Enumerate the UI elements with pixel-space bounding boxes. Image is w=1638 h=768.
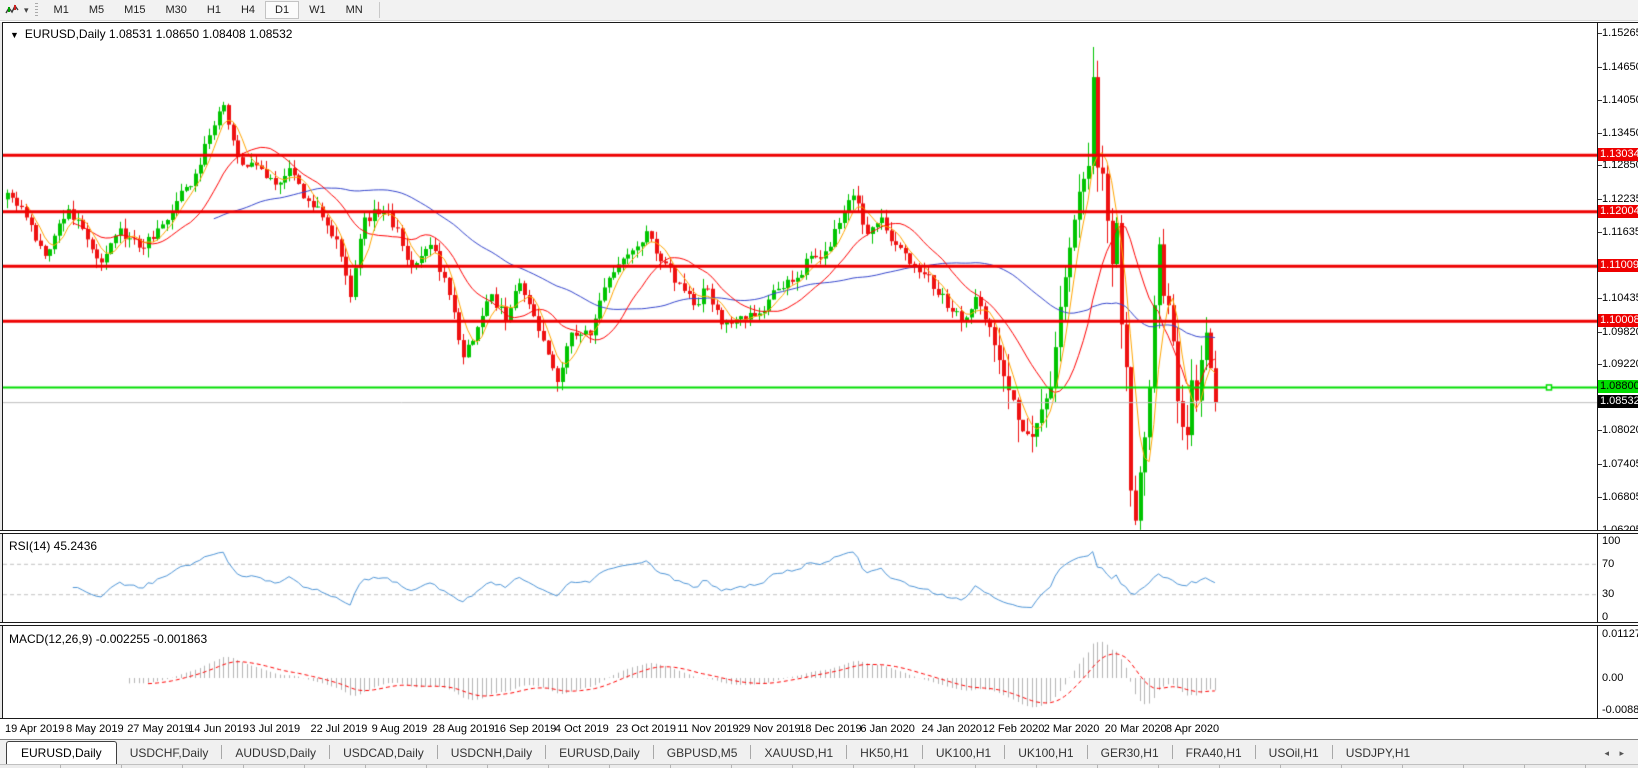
price-badge-horizontal-line-object: 1.08800 xyxy=(1598,380,1638,393)
date-tick-label: 11 Nov 2019 xyxy=(677,723,739,735)
chart-tab-usdjpy-h1[interactable]: USDJPY,H1 xyxy=(1333,743,1423,764)
price-tick-label: 1.07405 xyxy=(1602,458,1638,470)
chart-tab-usdcad-daily[interactable]: USDCAD,Daily xyxy=(330,743,437,764)
timeframe-button-h4[interactable]: H4 xyxy=(231,1,265,19)
macd-tick-label: 0.011277 xyxy=(1602,628,1638,640)
date-tick-label: 14 Jun 2019 xyxy=(188,723,249,735)
date-tick-label: 8 Apr 2020 xyxy=(1166,723,1219,735)
chart-tab-bar: EURUSD,DailyUSDCHF,DailyAUDUSD,DailyUSDC… xyxy=(0,739,1638,764)
chart-tab-ger30-h1[interactable]: GER30,H1 xyxy=(1088,743,1172,764)
chart-tab-audusd-daily[interactable]: AUDUSD,Daily xyxy=(222,743,329,764)
chart-tab-eurusd-daily[interactable]: EURUSD,Daily xyxy=(546,743,653,764)
chart-tab-uk100-h1[interactable]: UK100,H1 xyxy=(923,743,1004,764)
date-tick-label: 16 Sep 2019 xyxy=(494,723,556,735)
price-badge-resistance-line: 1.11009 xyxy=(1598,259,1638,272)
price-badge-support-line: 1.10008 xyxy=(1598,314,1638,327)
date-tick-label: 6 Jan 2020 xyxy=(860,723,914,735)
chart-tab-uk100-h1[interactable]: UK100,H1 xyxy=(1005,743,1086,764)
toolbar-separator xyxy=(379,2,380,18)
timeframe-button-m30[interactable]: M30 xyxy=(156,1,197,19)
price-tick-label: 1.14650 xyxy=(1602,61,1638,73)
date-tick-label: 3 Jul 2019 xyxy=(249,723,300,735)
price-tick-label: 1.11635 xyxy=(1602,226,1638,238)
chart-tab-usdcnh-daily[interactable]: USDCNH,Daily xyxy=(438,743,545,764)
chart-tab-gbpusd-m5[interactable]: GBPUSD,M5 xyxy=(654,743,751,764)
timeframe-button-d1[interactable]: D1 xyxy=(265,1,299,19)
rsi-tick-label: 30 xyxy=(1602,588,1614,600)
rsi-tick-label: 70 xyxy=(1602,558,1614,570)
timeframe-button-m15[interactable]: M15 xyxy=(114,1,155,19)
price-tick-label: 1.08020 xyxy=(1602,424,1638,436)
status-strip xyxy=(0,764,1638,768)
chart-title: ▼EURUSD,Daily 1.08531 1.08650 1.08408 1.… xyxy=(10,27,292,41)
chart-tab-hk50-h1[interactable]: HK50,H1 xyxy=(847,743,922,764)
date-tick-label: 9 Aug 2019 xyxy=(372,723,428,735)
chart-collapse-icon[interactable]: ▼ xyxy=(10,30,19,40)
price-tick-label: 1.12235 xyxy=(1602,193,1638,205)
tab-scroll-arrows[interactable]: ◂ ▸ xyxy=(1604,748,1638,764)
price-tick-label: 1.13450 xyxy=(1602,127,1638,139)
price-tick-label: 1.15265 xyxy=(1602,27,1638,39)
chart-tab-usdchf-daily[interactable]: USDCHF,Daily xyxy=(117,743,222,764)
timeframe-button-w1[interactable]: W1 xyxy=(299,1,336,19)
date-tick-label: 24 Jan 2020 xyxy=(922,723,983,735)
chart-canvas[interactable] xyxy=(3,23,1597,718)
date-tick-label: 22 Jul 2019 xyxy=(311,723,368,735)
date-tick-label: 20 Mar 2020 xyxy=(1105,723,1167,735)
price-badge-resistance-line: 1.12004 xyxy=(1598,205,1638,218)
timeframe-button-h1[interactable]: H1 xyxy=(197,1,231,19)
price-tick-label: 1.06805 xyxy=(1602,491,1638,503)
date-tick-label: 23 Oct 2019 xyxy=(616,723,676,735)
price-tick-label: 1.09820 xyxy=(1602,326,1638,338)
date-tick-label: 29 Nov 2019 xyxy=(738,723,800,735)
chart-tab-fra40-h1[interactable]: FRA40,H1 xyxy=(1173,743,1255,764)
timeframe-button-mn[interactable]: MN xyxy=(336,1,373,19)
price-tick-label: 1.10435 xyxy=(1602,292,1638,304)
timeframe-button-m5[interactable]: M5 xyxy=(79,1,114,19)
chart-tab-usoil-h1[interactable]: USOil,H1 xyxy=(1256,743,1332,764)
rsi-tick-label: 100 xyxy=(1602,535,1620,547)
date-tick-label: 18 Dec 2019 xyxy=(799,723,861,735)
chart-tab-xauusd-h1[interactable]: XAUUSD,H1 xyxy=(751,743,846,764)
price-tick-label: 1.14050 xyxy=(1602,94,1638,106)
price-badge-bid-price: 1.08532 xyxy=(1598,395,1638,408)
rsi-macd-splitter[interactable] xyxy=(0,622,1638,626)
time-axis: 19 Apr 20198 May 2019 27 May 201914 Jun 2… xyxy=(0,719,1638,739)
timeframe-button-m1[interactable]: M1 xyxy=(44,1,79,19)
macd-tick-label: 0.00 xyxy=(1602,672,1623,684)
price-tick-label: 1.09220 xyxy=(1602,358,1638,370)
timeframe-button-group: M1M5M15M30H1H4D1W1MN xyxy=(44,1,373,19)
chart-mode-icon[interactable] xyxy=(0,0,23,20)
date-tick-label: 27 May 2019 xyxy=(127,723,191,735)
date-tick-label: 8 May 2019 xyxy=(66,723,123,735)
price-badge-resistance-line: 1.13034 xyxy=(1598,148,1638,161)
price-rsi-splitter[interactable] xyxy=(0,530,1638,534)
rsi-indicator-label: RSI(14) 45.2436 xyxy=(9,539,97,553)
price-axis-border xyxy=(1597,23,1598,718)
chart-tab-eurusd-daily[interactable]: EURUSD,Daily xyxy=(6,741,117,764)
date-tick-label: 19 Apr 2019 xyxy=(5,723,64,735)
date-tick-label: 28 Aug 2019 xyxy=(433,723,495,735)
date-tick-label: 12 Feb 2020 xyxy=(983,723,1045,735)
date-tick-label: 2 Mar 2020 xyxy=(1044,723,1100,735)
macd-tick-label: -0.008845 xyxy=(1602,704,1638,716)
top-toolbar: ▾ M1M5M15M30H1H4D1W1MN xyxy=(0,0,1638,21)
macd-indicator-label: MACD(12,26,9) -0.002255 -0.001863 xyxy=(9,632,207,646)
chart-mode-dropdown-icon[interactable]: ▾ xyxy=(23,5,33,16)
date-tick-label: 4 Oct 2019 xyxy=(555,723,609,735)
toolbar-grip[interactable] xyxy=(35,3,38,17)
